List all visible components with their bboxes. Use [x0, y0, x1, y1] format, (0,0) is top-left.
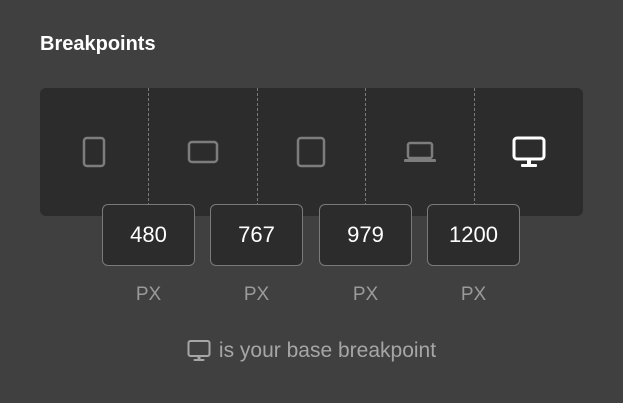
desktop-icon — [187, 339, 211, 363]
laptop-icon — [403, 140, 437, 164]
tablet-landscape-icon — [187, 140, 219, 164]
footer-text: is your base breakpoint — [218, 339, 437, 362]
tablet-icon — [296, 136, 326, 168]
device-laptop[interactable] — [365, 88, 474, 216]
unit-label: PX — [352, 284, 379, 305]
unit-label: PX — [243, 284, 270, 305]
unit-label: PX — [460, 284, 487, 305]
base-breakpoint-note: is your base breakpoint — [0, 337, 623, 365]
device-desktop[interactable] — [474, 88, 583, 216]
device-mobile-portrait[interactable] — [40, 88, 148, 216]
breakpoint-input-4[interactable] — [427, 204, 520, 266]
breakpoint-input-1[interactable] — [102, 204, 195, 266]
desktop-icon — [512, 135, 546, 169]
unit-label: PX — [135, 284, 162, 305]
device-tablet[interactable] — [256, 88, 366, 216]
device-bar — [40, 88, 583, 216]
device-mobile-landscape[interactable] — [147, 88, 257, 216]
breakpoint-input-2[interactable] — [210, 204, 303, 266]
phone-icon — [82, 136, 106, 168]
breakpoint-input-3[interactable] — [319, 204, 412, 266]
breakpoint-inputs — [0, 204, 623, 268]
breakpoints-panel: Breakpoints 480 767 979 1200 PX PX PX PX… — [0, 0, 623, 403]
panel-title: Breakpoints — [40, 33, 156, 55]
